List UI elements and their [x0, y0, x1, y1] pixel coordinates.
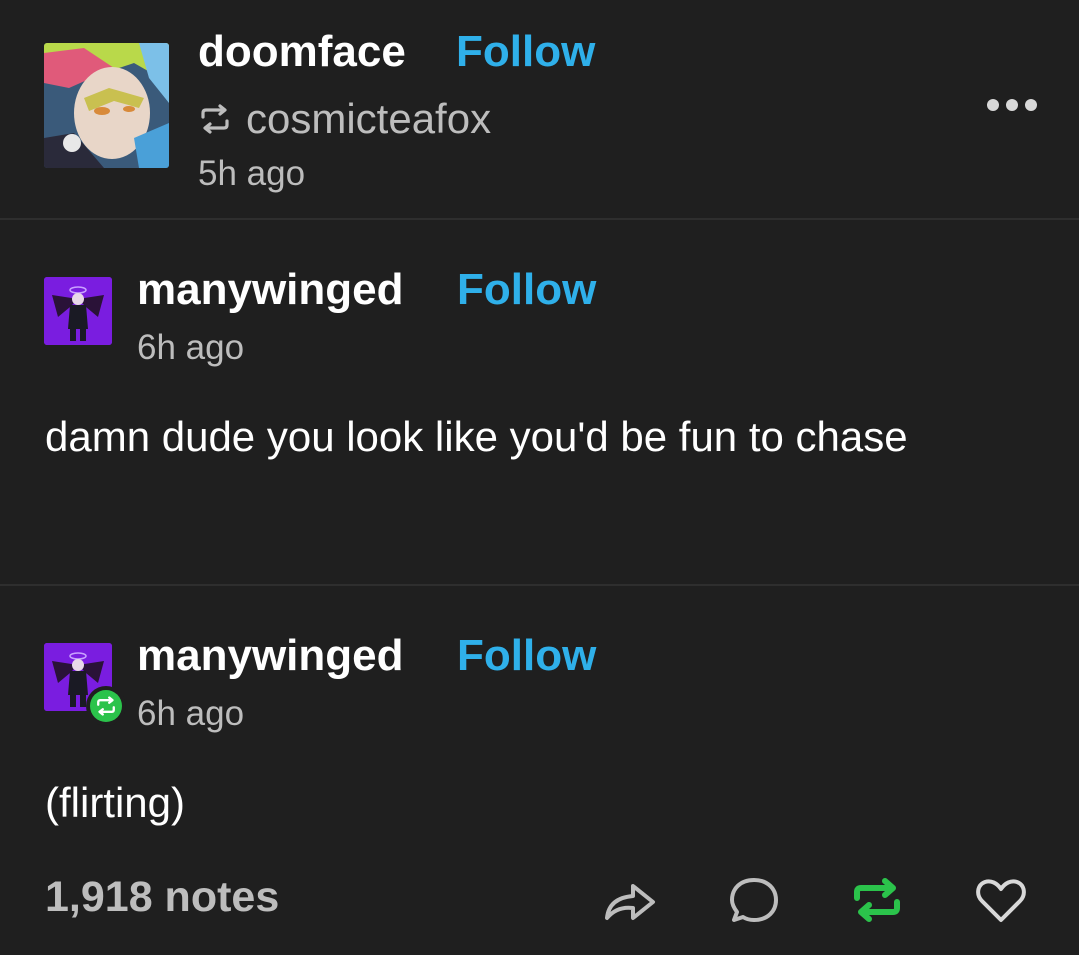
reblog-small-icon: [201, 104, 229, 134]
header-username[interactable]: doomface: [198, 30, 406, 74]
reply-icon[interactable]: [726, 872, 782, 928]
divider: [0, 218, 1079, 220]
share-icon[interactable]: [601, 872, 657, 928]
post-follow-button[interactable]: Follow: [457, 268, 596, 312]
reblogged-from-username: cosmicteafox: [246, 95, 492, 142]
post-time: 6h ago: [137, 694, 245, 733]
notes-count[interactable]: 1,918 notes: [45, 876, 279, 919]
post-text: damn dude you look like you'd be fun to …: [45, 413, 908, 460]
avatar[interactable]: [44, 43, 169, 168]
more-horizontal-icon[interactable]: [986, 94, 1038, 116]
avatar[interactable]: [44, 277, 112, 345]
reblogged-from[interactable]: cosmicteafox: [198, 95, 492, 142]
post-time: 6h ago: [137, 328, 245, 367]
header-time: 5h ago: [198, 154, 306, 193]
post-username[interactable]: manywinged: [137, 634, 404, 678]
reblog-badge-icon: [86, 686, 126, 726]
reblog-icon[interactable]: [849, 872, 905, 928]
post-follow-button[interactable]: Follow: [457, 634, 596, 678]
header-follow-button[interactable]: Follow: [456, 30, 595, 74]
like-icon[interactable]: [973, 872, 1029, 928]
post-header: doomface Follow cosmicteafox 5h ago: [0, 0, 1079, 218]
post-username[interactable]: manywinged: [137, 268, 404, 312]
post-text: (flirting): [45, 779, 186, 826]
tumblr-post: doomface Follow cosmicteafox 5h ago many…: [0, 0, 1079, 955]
divider: [0, 584, 1079, 586]
